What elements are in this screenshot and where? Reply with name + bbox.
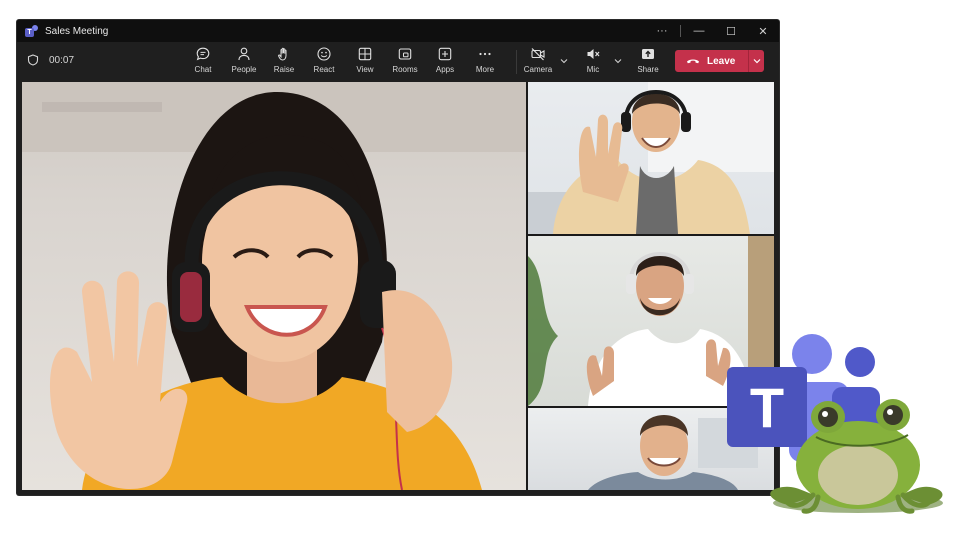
window-title: Sales Meeting <box>45 25 109 37</box>
raise-label: Raise <box>273 65 295 74</box>
shield-icon <box>27 54 39 66</box>
apps-icon <box>438 47 452 61</box>
camera-button[interactable]: Camera <box>520 46 556 80</box>
more-label: More <box>475 65 495 74</box>
people-label: People <box>231 65 257 74</box>
minimize-button[interactable]: — <box>683 20 715 42</box>
frog-mascot-icon <box>770 399 943 514</box>
timer-text: 00:07 <box>49 54 75 66</box>
view-icon <box>358 47 372 61</box>
more-button[interactable]: More <box>467 46 503 80</box>
leave-button[interactable]: Leave <box>675 50 748 72</box>
mic-button[interactable]: Mic <box>575 46 611 80</box>
mic-label: Mic <box>586 65 600 74</box>
chevron-down-icon <box>753 59 760 64</box>
camera-off-icon <box>531 48 545 61</box>
participant-video-1[interactable] <box>528 82 774 234</box>
people-button[interactable]: People <box>226 46 262 80</box>
apps-button[interactable]: Apps <box>427 46 463 80</box>
view-label: View <box>356 65 374 74</box>
raise-hand-icon <box>278 47 287 61</box>
window-control-divider <box>680 25 681 37</box>
participant-video-main[interactable] <box>22 82 526 490</box>
chat-label: Chat <box>194 65 212 74</box>
react-label: React <box>313 65 335 74</box>
raise-hand-button[interactable]: Raise <box>266 46 302 80</box>
share-button[interactable]: Share <box>630 46 666 80</box>
participant-avatar-main <box>22 82 526 490</box>
leave-label: Leave <box>707 55 736 67</box>
meeting-toolbar: 00:07 Chat People Raise React View Rooms <box>17 42 779 82</box>
video-grid <box>22 82 774 490</box>
close-window-button[interactable]: ✕ <box>747 20 779 42</box>
mic-off-icon <box>587 49 600 59</box>
more-icon <box>479 52 491 56</box>
camera-options-chevron-icon[interactable] <box>559 56 569 66</box>
people-icon <box>238 47 250 61</box>
phone-hangup-icon <box>687 59 699 64</box>
camera-label: Camera <box>523 65 553 74</box>
react-button[interactable]: React <box>306 46 342 80</box>
participant-avatar-1 <box>528 82 774 234</box>
share-icon <box>642 49 654 59</box>
mic-options-chevron-icon[interactable] <box>613 56 623 66</box>
window-controls: ··· — ☐ ✕ <box>646 20 779 42</box>
react-icon <box>317 47 331 61</box>
more-options-button[interactable]: ··· <box>646 20 678 42</box>
leave-options-button[interactable] <box>749 50 764 72</box>
meeting-timer: 00:07 <box>27 54 74 66</box>
rooms-icon <box>398 48 412 60</box>
apps-label: Apps <box>435 65 455 74</box>
chat-icon <box>196 47 210 61</box>
leave-button-group: Leave <box>675 50 764 72</box>
rooms-button[interactable]: Rooms <box>387 46 423 80</box>
teams-app-icon: T <box>25 24 38 38</box>
share-label: Share <box>637 65 659 74</box>
meeting-window: T Sales Meeting ··· — ☐ ✕ 00:07 Chat Peo… <box>17 20 779 495</box>
chat-button[interactable]: Chat <box>185 46 221 80</box>
rooms-label: Rooms <box>392 65 418 74</box>
maximize-button[interactable]: ☐ <box>715 20 747 42</box>
title-bar: T Sales Meeting ··· — ☐ ✕ <box>17 20 779 42</box>
toolbar-divider <box>516 50 517 74</box>
view-button[interactable]: View <box>347 46 383 80</box>
